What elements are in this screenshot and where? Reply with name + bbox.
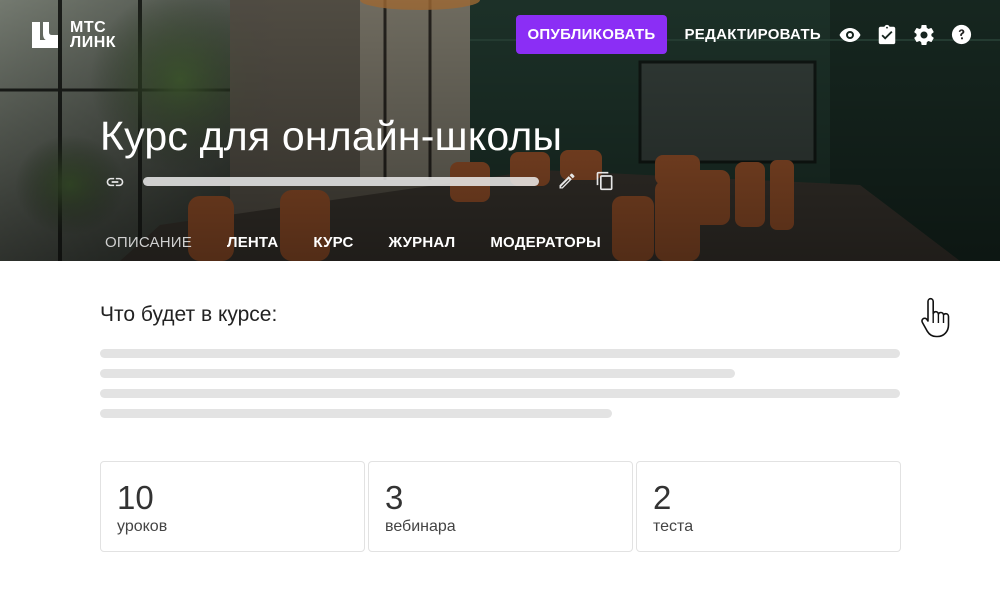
eye-icon[interactable]: [837, 22, 863, 48]
brand-logo[interactable]: МТС ЛИНК: [30, 19, 117, 51]
tab-journal[interactable]: ЖУРНАЛ: [389, 234, 456, 251]
brand-name: МТС ЛИНК: [70, 19, 117, 51]
description-heading: Что будет в курсе:: [100, 303, 278, 326]
gear-icon[interactable]: [911, 22, 937, 48]
checklist-icon[interactable]: [874, 22, 900, 48]
course-cover: МТС ЛИНК ОПУБЛИКОВАТЬ РЕДАКТИРОВАТЬ Курс…: [0, 0, 1000, 261]
course-link-row: [105, 170, 625, 192]
stat-card-tests: 2 теста: [636, 461, 901, 552]
course-title: Курс для онлайн-школы: [100, 113, 563, 159]
stat-value: 2: [653, 479, 672, 516]
stat-label: вебинара: [385, 518, 456, 535]
stat-value: 3: [385, 479, 404, 516]
copy-icon[interactable]: [595, 171, 615, 191]
mts-link-logo-icon: [32, 22, 58, 48]
tab-description[interactable]: ОПИСАНИЕ: [105, 234, 192, 251]
stat-card-lessons: 10 уроков: [100, 461, 365, 552]
brand-name-line2: ЛИНК: [70, 34, 117, 51]
stat-card-webinars: 3 вебинара: [368, 461, 633, 552]
stat-label: уроков: [117, 518, 168, 535]
description-text-placeholder: [100, 409, 612, 418]
course-tabs: ОПИСАНИЕ ЛЕНТА КУРС ЖУРНАЛ МОДЕРАТОРЫ: [105, 234, 636, 251]
edit-button[interactable]: РЕДАКТИРОВАТЬ: [685, 26, 822, 43]
tab-feed[interactable]: ЛЕНТА: [227, 234, 278, 251]
tab-moderators[interactable]: МОДЕРАТОРЫ: [490, 234, 601, 251]
pencil-icon[interactable]: [557, 171, 577, 191]
stat-value: 10: [117, 479, 154, 516]
description-text-placeholder: [100, 349, 900, 358]
description-text-placeholder: [100, 369, 735, 378]
stat-label: теста: [653, 518, 694, 535]
course-stats: 10 уроков 3 вебинара 2 теста: [100, 461, 901, 552]
publish-button[interactable]: ОПУБЛИКОВАТЬ: [516, 15, 667, 54]
header-toolbar: ОПУБЛИКОВАТЬ РЕДАКТИРОВАТЬ: [516, 15, 974, 54]
course-url-field[interactable]: [143, 177, 539, 186]
description-text-placeholder: [100, 389, 900, 398]
hand-cursor-icon: [921, 297, 950, 338]
link-icon: [106, 177, 124, 187]
tab-course[interactable]: КУРС: [313, 234, 353, 251]
brand-name-line1: МТС: [70, 19, 107, 36]
help-icon[interactable]: [948, 22, 974, 48]
